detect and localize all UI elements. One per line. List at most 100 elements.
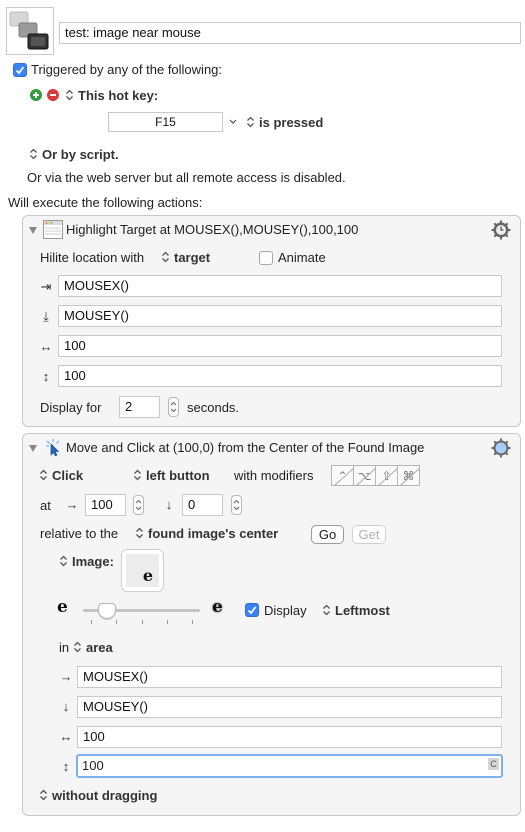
display-checkbox[interactable]	[245, 603, 259, 617]
updown-icon	[322, 604, 331, 616]
slider-tick	[166, 620, 168, 624]
remove-trigger-button[interactable]	[47, 89, 59, 101]
fuzz-slider[interactable]	[83, 601, 200, 624]
image-label: Image:	[72, 554, 114, 569]
updown-icon	[65, 89, 74, 101]
triggered-label: Triggered by any of the following:	[31, 62, 223, 77]
image-source-popup[interactable]: Image:	[59, 554, 114, 569]
with-modifiers-label: with modifiers	[234, 468, 314, 483]
image-well[interactable]: e	[121, 549, 164, 592]
down-arrow-icon: ↓	[165, 497, 173, 512]
token-badge[interactable]: C	[488, 758, 499, 770]
right-arrow-icon: →	[59, 669, 73, 684]
modifier-shift[interactable]: ⇧	[375, 465, 398, 486]
macro-name-input[interactable]: test: image near mouse	[59, 22, 521, 44]
fuzz-min-glyph: e	[57, 597, 68, 617]
drag-mode-popup[interactable]: without dragging	[39, 788, 157, 803]
seconds-label: seconds.	[187, 400, 240, 415]
x-offset-stepper[interactable]	[133, 495, 144, 515]
hilite-popup[interactable]: target	[161, 250, 210, 265]
updown-icon	[39, 789, 48, 801]
slider-tick	[192, 620, 193, 624]
triggered-checkbox[interactable]	[13, 63, 27, 77]
animate-label: Animate	[278, 250, 326, 265]
trigger-type-label: This hot key:	[78, 88, 159, 103]
match-order-value: Leftmost	[335, 603, 390, 618]
relative-value: found image's center	[148, 526, 279, 541]
search-area-popup[interactable]: area	[73, 640, 113, 655]
keyboard-stack-icon	[9, 11, 49, 50]
add-trigger-button[interactable]	[30, 89, 42, 101]
fuzz-max-glyph: e	[212, 597, 223, 617]
disclosure-triangle[interactable]	[29, 445, 37, 452]
updown-icon	[29, 148, 38, 160]
area-y-field[interactable]: MOUSEY()	[77, 696, 502, 718]
slider-tick	[116, 620, 118, 624]
height-field[interactable]: 100	[58, 365, 502, 387]
updown-icon	[161, 251, 170, 263]
area-height-value: 100	[82, 758, 104, 773]
mouse-button-popup[interactable]: left button	[133, 468, 210, 483]
down-to-bar-icon: ⤓	[43, 309, 49, 324]
trigger-type-popup[interactable]: This hot key:	[65, 88, 158, 103]
action-title: Highlight Target at MOUSEX(),MOUSEY(),10…	[66, 222, 359, 237]
animate-checkbox[interactable]	[259, 251, 273, 265]
horizontal-resize-icon: ↔	[39, 339, 53, 354]
y-field[interactable]: MOUSEY()	[58, 305, 502, 327]
width-field[interactable]: 100	[58, 335, 502, 357]
display-for-label: Display for	[40, 400, 102, 415]
click-type-value: Click	[52, 468, 84, 483]
updown-icon	[133, 469, 142, 481]
area-x-field[interactable]: MOUSEX()	[77, 666, 502, 688]
updown-icon	[73, 641, 82, 653]
gear-clock-icon[interactable]	[491, 220, 511, 240]
gear-icon[interactable]	[491, 438, 511, 458]
window-icon	[43, 220, 63, 239]
hotkey-state-popup[interactable]: is pressed	[246, 115, 323, 130]
drag-mode-value: without dragging	[52, 788, 158, 803]
click-type-popup[interactable]: Click	[39, 468, 83, 483]
go-button[interactable]: Go	[311, 525, 344, 544]
down-arrow-icon: ↓	[62, 699, 70, 714]
hotkey-field[interactable]: F15	[108, 112, 223, 132]
x-field[interactable]: MOUSEX()	[58, 275, 502, 297]
updown-icon	[246, 116, 255, 128]
display-for-stepper[interactable]	[168, 397, 179, 417]
slider-tick	[141, 620, 143, 624]
modifier-command[interactable]: ⌘	[397, 465, 420, 486]
add-trigger-popup[interactable]: Or by script.	[29, 147, 119, 162]
action-title: Move and Click at (100,0) from the Cente…	[66, 440, 425, 455]
mouse-button-value: left button	[146, 468, 210, 483]
hilite-value: target	[174, 250, 211, 265]
display-for-field[interactable]: 2	[119, 396, 160, 418]
minus-icon	[50, 94, 56, 96]
y-offset-field[interactable]: 0	[182, 494, 223, 516]
vertical-resize-icon: ↕	[62, 759, 70, 774]
script-label: Or by script.	[42, 147, 119, 162]
get-button[interactable]: Get	[352, 525, 386, 544]
updown-icon	[135, 527, 144, 539]
in-label: in	[59, 640, 70, 655]
disclosure-triangle[interactable]	[29, 227, 37, 234]
chevron-down-icon[interactable]	[229, 119, 237, 125]
updown-icon	[59, 555, 68, 567]
match-order-popup[interactable]: Leftmost	[322, 603, 390, 618]
x-offset-field[interactable]: 100	[85, 494, 126, 516]
action-highlight-target: Highlight Target at MOUSEX(),MOUSEY(),10…	[22, 215, 521, 427]
macro-icon-well[interactable]	[6, 7, 54, 55]
relative-popup[interactable]: found image's center	[135, 526, 278, 541]
hotkey-state-label: is pressed	[259, 115, 324, 130]
display-label: Display	[264, 603, 307, 618]
image-glyph: e	[142, 566, 153, 585]
right-arrow-icon: →	[65, 497, 79, 512]
slider-tick	[91, 620, 92, 624]
modifier-control[interactable]: ⌃	[331, 465, 354, 486]
vertical-resize-icon: ↕	[42, 369, 50, 384]
y-offset-stepper[interactable]	[231, 495, 242, 515]
relative-label: relative to the	[40, 526, 119, 541]
modifier-option[interactable]: ⌥	[353, 465, 376, 486]
slider-knob[interactable]	[97, 603, 116, 619]
mouse-click-icon	[46, 439, 60, 456]
area-height-field[interactable]: 100 C	[76, 754, 503, 778]
area-width-field[interactable]: 100	[77, 726, 502, 748]
